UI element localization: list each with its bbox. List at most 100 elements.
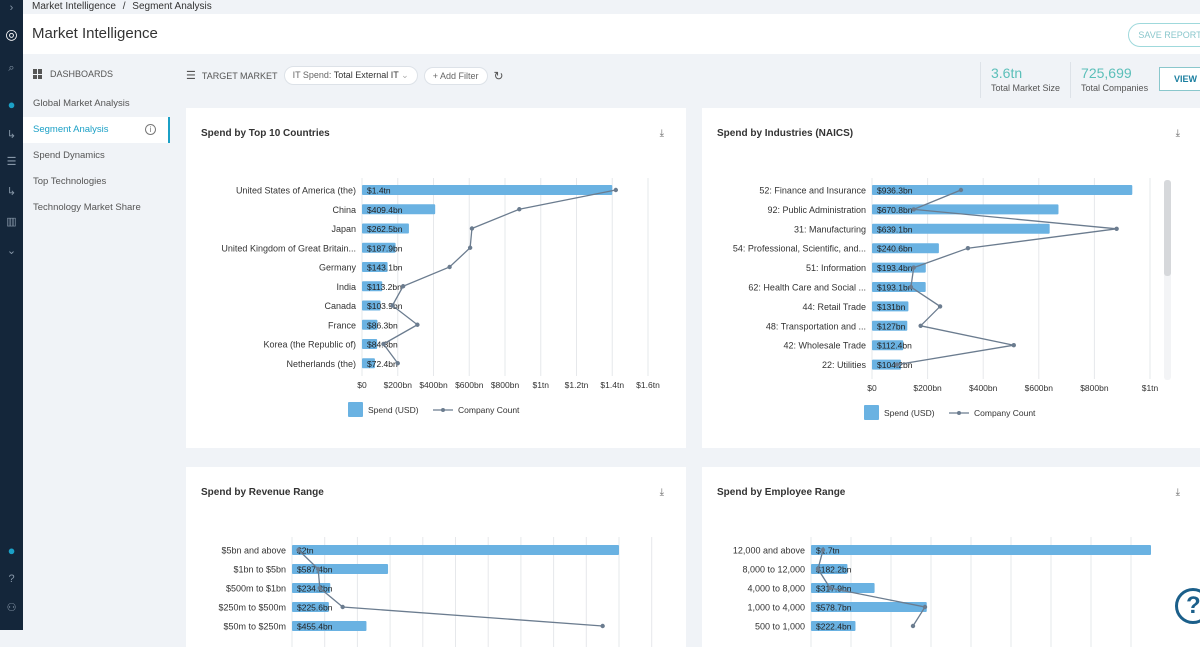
category-label: 42: Wholesale Trade <box>783 341 866 351</box>
breadcrumb-root[interactable]: Market Intelligence <box>32 1 116 12</box>
data-label: $578.7bn <box>816 603 852 613</box>
legend-spend-swatch <box>348 402 363 417</box>
company-count-point <box>296 547 301 553</box>
stat-label: Total Market Size <box>991 83 1061 93</box>
expand-icon[interactable]: › <box>0 2 23 14</box>
data-label: $1.4tn <box>367 186 391 196</box>
stat-value: 3.6tn <box>991 65 1023 81</box>
data-label: $193.4bn <box>877 263 913 273</box>
app-rail: › ◎ ⌕ ● ↳ ☰ ↳ ▥ ⌄ ● ? ⚇ <box>0 0 23 630</box>
x-tick-label: $200bn <box>913 383 942 393</box>
sidebar-item-technology-market-share[interactable]: Technology Market Share <box>23 195 170 221</box>
company-count-point <box>894 362 900 367</box>
info-icon[interactable]: i <box>145 124 156 135</box>
category-label: 12,000 and above <box>733 546 805 556</box>
sidebar-item-top-technologies[interactable]: Top Technologies <box>23 169 170 195</box>
sidebar-item-global-market-analysis[interactable]: Global Market Analysis <box>23 91 170 117</box>
legend-line-marker <box>957 411 961 415</box>
list-icon[interactable]: ☰ <box>0 155 23 168</box>
chart-card-industries: Spend by Industries (NAICS) ⤓ 52: Financ… <box>702 108 1200 448</box>
x-tick-label: $1.2tn <box>565 380 589 390</box>
company-count-point <box>911 265 916 270</box>
data-label: $240.6bn <box>877 244 913 254</box>
category-label: Netherlands (the) <box>286 359 356 369</box>
category-label: 62: Health Care and Social ... <box>748 283 866 293</box>
building-icon[interactable]: ▥ <box>0 215 23 228</box>
company-count-point <box>315 566 321 572</box>
data-label: $936.3bn <box>877 186 913 196</box>
x-tick-label: $1.6tn <box>636 380 660 390</box>
globe-icon[interactable]: ● <box>0 97 23 112</box>
company-count-line <box>896 189 1117 366</box>
stat-total-companies: 725,699 Total Companies <box>1070 62 1158 98</box>
company-count-point <box>340 604 345 610</box>
category-label: United States of America (the) <box>236 186 356 196</box>
market-select[interactable]: IT Spend: Total External IT ⌄ <box>283 66 418 85</box>
spend-bar <box>292 545 619 555</box>
reset-icon[interactable]: ↻ <box>494 69 504 83</box>
company-count-point <box>827 585 833 591</box>
data-label: $409.4bn <box>367 205 403 215</box>
sidebar-item-segment-analysis[interactable]: Segment Analysis i <box>23 117 170 143</box>
add-filter-button[interactable]: + Add Filter <box>423 66 488 85</box>
category-label: China <box>332 205 356 215</box>
legend-spend-label: Spend (USD) <box>884 408 935 418</box>
company-count-point <box>390 303 395 308</box>
stat-label: Total Companies <box>1081 83 1149 93</box>
x-tick-label: $800bn <box>491 380 520 390</box>
company-count-point <box>467 245 473 250</box>
x-tick-label: $1tn <box>532 380 549 390</box>
company-count-point <box>395 361 400 366</box>
category-label: 1,000 to 4,000 <box>747 603 805 613</box>
chart-card-countries: Spend by Top 10 Countries ⤓ United State… <box>186 108 686 448</box>
category-label: Korea (the Republic of) <box>263 340 356 350</box>
add-filter-label: Add Filter <box>440 70 479 81</box>
data-label: $113.2bn <box>367 282 402 292</box>
breadcrumb-current: Segment Analysis <box>132 1 212 12</box>
market-prefix: IT Spend: <box>292 70 332 80</box>
page-header: Market Intelligence SAVE REPORT <box>23 14 1200 54</box>
data-label: $104.2bn <box>877 360 913 370</box>
chart-svg: $5bn and above $2tn$1bn to $5bn $587.4bn$5… <box>218 537 653 647</box>
page-title: Market Intelligence <box>32 25 158 42</box>
search-icon[interactable]: ⌕ <box>0 62 23 75</box>
category-label: 44: Retail Trade <box>802 302 866 312</box>
plus-icon: + <box>432 70 438 81</box>
company-count-line <box>298 549 603 627</box>
data-label: $72.4bn <box>367 359 398 369</box>
category-label: 4,000 to 8,000 <box>747 584 805 594</box>
category-label: $50m to $250m <box>223 622 286 632</box>
subitem-arrow-icon[interactable]: ↳ <box>0 128 23 141</box>
legend-line-marker <box>441 408 445 412</box>
category-label: Japan <box>331 224 356 234</box>
market-value: Total External IT <box>333 70 399 80</box>
data-label: $187.9bn <box>367 243 403 253</box>
help-small-icon[interactable]: ? <box>0 573 23 585</box>
save-report-button[interactable]: SAVE REPORT <box>1128 23 1200 47</box>
chevron-down-icon[interactable]: ⌄ <box>0 244 23 257</box>
x-tick-label: $1.4tn <box>600 380 624 390</box>
company-count-point <box>613 187 619 193</box>
company-count-point <box>1011 343 1016 348</box>
category-label: 52: Finance and Insurance <box>759 186 866 196</box>
x-tick-label: $200bn <box>384 380 413 390</box>
category-label: 48: Transportation and ... <box>766 321 866 331</box>
category-label: Canada <box>324 301 356 311</box>
x-tick-label: $1tn <box>1142 383 1159 393</box>
target-market-label: TARGET MARKET <box>201 70 278 81</box>
view-button[interactable]: VIEW <box>1159 67 1200 91</box>
data-label: $182.2bn <box>816 565 852 575</box>
status-dot-icon: ● <box>7 543 16 558</box>
sidebar-item-spend-dynamics[interactable]: Spend Dynamics <box>23 143 170 169</box>
category-label: $500m to $1bn <box>226 584 286 594</box>
company-count-point <box>820 547 826 553</box>
x-tick-label: $0 <box>357 380 367 390</box>
stat-value: 725,699 <box>1081 65 1132 81</box>
spend-bar <box>811 545 1151 555</box>
user-icon[interactable]: ⚇ <box>0 601 23 614</box>
scrollbar-thumb[interactable] <box>1164 180 1171 276</box>
x-tick-label: $400bn <box>969 383 998 393</box>
subitem-arrow-icon[interactable]: ↳ <box>0 185 23 198</box>
data-label: $234.2bn <box>297 584 333 594</box>
category-label: $5bn and above <box>221 546 286 556</box>
